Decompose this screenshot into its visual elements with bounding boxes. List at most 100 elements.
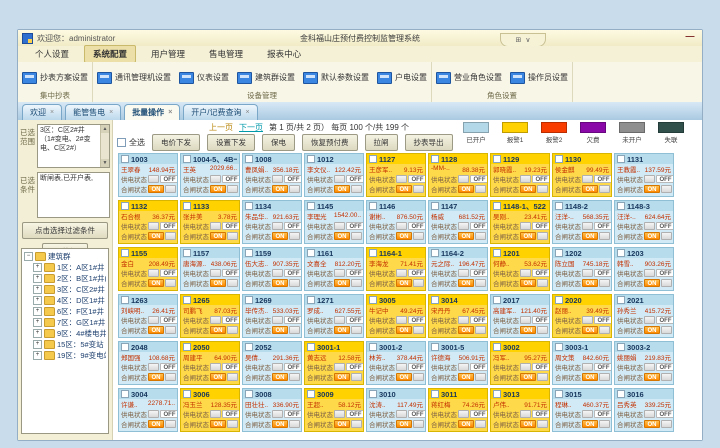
- tree-item[interactable]: + 2区：B区1#井(B区1#: [24, 273, 106, 284]
- power-on-button[interactable]: [396, 410, 407, 418]
- power-off-button[interactable]: OFF: [284, 410, 302, 418]
- switch-off-button[interactable]: [599, 373, 610, 381]
- ribbon-collapse-control[interactable]: ⊞ ∨: [500, 33, 546, 47]
- switch-on-button[interactable]: ON: [148, 279, 164, 287]
- power-on-button[interactable]: [148, 222, 159, 230]
- meter-card[interactable]: 3001-5 许德海 506.91元 供电状态 OFF 合闸状态: [428, 341, 488, 385]
- meter-card[interactable]: 1159 伍大志.. 907.35元 供电状态 OFF 合闸状态: [242, 247, 302, 291]
- power-on-button[interactable]: [458, 175, 469, 183]
- switch-on-button[interactable]: ON: [644, 373, 660, 381]
- switch-on-button[interactable]: ON: [458, 185, 474, 193]
- power-off-button[interactable]: OFF: [470, 316, 488, 324]
- tab-close-icon[interactable]: ×: [109, 109, 113, 116]
- switch-off-button[interactable]: [165, 279, 176, 287]
- switch-off-button[interactable]: [227, 279, 238, 287]
- power-on-button[interactable]: [210, 269, 221, 277]
- toolbar-button[interactable]: 恢复预付费: [302, 134, 358, 151]
- power-off-button[interactable]: OFF: [346, 316, 364, 324]
- switch-on-button[interactable]: ON: [334, 232, 350, 240]
- power-off-button[interactable]: OFF: [160, 363, 178, 371]
- switch-off-button[interactable]: [599, 326, 610, 334]
- switch-off-button[interactable]: [289, 373, 300, 381]
- switch-off-button[interactable]: [661, 279, 672, 287]
- tab-close-icon[interactable]: ×: [168, 109, 172, 116]
- card-checkbox[interactable]: [369, 390, 377, 398]
- card-checkbox[interactable]: [555, 343, 563, 351]
- switch-off-button[interactable]: [537, 185, 548, 193]
- toolbar-button[interactable]: 设置下发: [207, 134, 255, 151]
- meter-card[interactable]: 1265 司鹏飞 87.03元 供电状态 OFF 合闸状态: [180, 294, 240, 338]
- power-off-button[interactable]: OFF: [470, 222, 488, 230]
- switch-on-button[interactable]: ON: [458, 232, 474, 240]
- meter-card[interactable]: 3003-1 周文策 842.60元 供电状态 OFF 合闸状态: [552, 341, 612, 385]
- switch-off-button[interactable]: [413, 373, 424, 381]
- card-checkbox[interactable]: [369, 343, 377, 351]
- power-on-button[interactable]: [520, 410, 531, 418]
- power-on-button[interactable]: [272, 222, 283, 230]
- meter-card[interactable]: 1145 李理光 1542.00.. 供电状态 OFF 合闸状态: [304, 200, 364, 244]
- card-checkbox[interactable]: [493, 343, 501, 351]
- switch-off-button[interactable]: [165, 185, 176, 193]
- meter-card[interactable]: 1202 陈立国 745.18元 供电状态 OFF 合闸状态: [552, 247, 612, 291]
- power-on-button[interactable]: [148, 316, 159, 324]
- power-on-button[interactable]: [148, 410, 159, 418]
- toolbar-button[interactable]: 拉闸: [365, 134, 398, 151]
- switch-off-button[interactable]: [475, 232, 486, 240]
- meter-card[interactable]: 1128 -MM-.. 88.38元 供电状态 OFF 合闸状态: [428, 153, 488, 197]
- card-checkbox[interactable]: [121, 155, 129, 163]
- switch-on-button[interactable]: ON: [520, 326, 536, 334]
- power-off-button[interactable]: OFF: [656, 222, 674, 230]
- power-off-button[interactable]: OFF: [594, 316, 612, 324]
- ribbon-button[interactable]: 仪表设置: [179, 72, 229, 84]
- power-on-button[interactable]: [210, 222, 221, 230]
- card-checkbox[interactable]: [431, 202, 439, 210]
- power-on-button[interactable]: [458, 410, 469, 418]
- power-on-button[interactable]: [396, 363, 407, 371]
- expand-expander-icon[interactable]: +: [33, 340, 42, 349]
- power-off-button[interactable]: OFF: [656, 269, 674, 277]
- power-off-button[interactable]: OFF: [532, 222, 550, 230]
- power-on-button[interactable]: [644, 269, 655, 277]
- power-off-button[interactable]: OFF: [222, 316, 240, 324]
- switch-on-button[interactable]: ON: [210, 232, 226, 240]
- selected-range-listbox[interactable]: 3区：C区2#井（1#变电、2#变电、C区2#） ▲ ▼: [37, 124, 110, 168]
- power-off-button[interactable]: OFF: [656, 410, 674, 418]
- collapse-expander-icon[interactable]: −: [24, 252, 33, 261]
- meter-card[interactable]: 3016 吕秀英 339.25元 供电状态 OFF 合闸状态: [614, 388, 674, 432]
- meter-card[interactable]: 3002 冯军.. 95.27元 供电状态 OFF 合闸状态: [490, 341, 550, 385]
- power-on-button[interactable]: [210, 316, 221, 324]
- power-off-button[interactable]: OFF: [284, 363, 302, 371]
- menu-item[interactable]: 报表中心: [258, 45, 310, 63]
- prev-page-link[interactable]: 上一页: [209, 122, 233, 133]
- power-on-button[interactable]: [334, 175, 345, 183]
- power-on-button[interactable]: [644, 222, 655, 230]
- meter-card[interactable]: 2017 高建军.. 121.40元 供电状态 OFF 合闸状态: [490, 294, 550, 338]
- power-on-button[interactable]: [582, 222, 593, 230]
- card-checkbox[interactable]: [245, 343, 253, 351]
- card-checkbox[interactable]: [431, 249, 439, 257]
- power-off-button[interactable]: OFF: [408, 316, 426, 324]
- power-on-button[interactable]: [644, 410, 655, 418]
- expand-expander-icon[interactable]: +: [33, 285, 42, 294]
- switch-off-button[interactable]: [661, 326, 672, 334]
- power-off-button[interactable]: OFF: [160, 222, 178, 230]
- switch-on-button[interactable]: ON: [520, 232, 536, 240]
- switch-off-button[interactable]: [227, 373, 238, 381]
- tab-close-icon[interactable]: ×: [50, 109, 54, 116]
- tree-root[interactable]: − 建筑群: [24, 251, 106, 262]
- meter-card[interactable]: 3011 蒋红梅 74.26元 供电状态 OFF 合闸状态: [428, 388, 488, 432]
- card-checkbox[interactable]: [493, 202, 501, 210]
- choose-filter-button[interactable]: 点击选择过滤条件: [22, 222, 108, 239]
- meter-card[interactable]: 2050 周建平 64.90元 供电状态 OFF 合闸状态: [180, 341, 240, 385]
- power-on-button[interactable]: [396, 269, 407, 277]
- switch-on-button[interactable]: ON: [210, 373, 226, 381]
- card-checkbox[interactable]: [245, 249, 253, 257]
- switch-on-button[interactable]: ON: [644, 185, 660, 193]
- card-checkbox[interactable]: [121, 202, 129, 210]
- switch-on-button[interactable]: ON: [458, 420, 474, 428]
- switch-off-button[interactable]: [537, 420, 548, 428]
- meter-card[interactable]: 1129 郭晓霞.. 19.23元 供电状态 OFF 合闸状态: [490, 153, 550, 197]
- switch-on-button[interactable]: ON: [396, 373, 412, 381]
- power-on-button[interactable]: [458, 269, 469, 277]
- card-checkbox[interactable]: [493, 155, 501, 163]
